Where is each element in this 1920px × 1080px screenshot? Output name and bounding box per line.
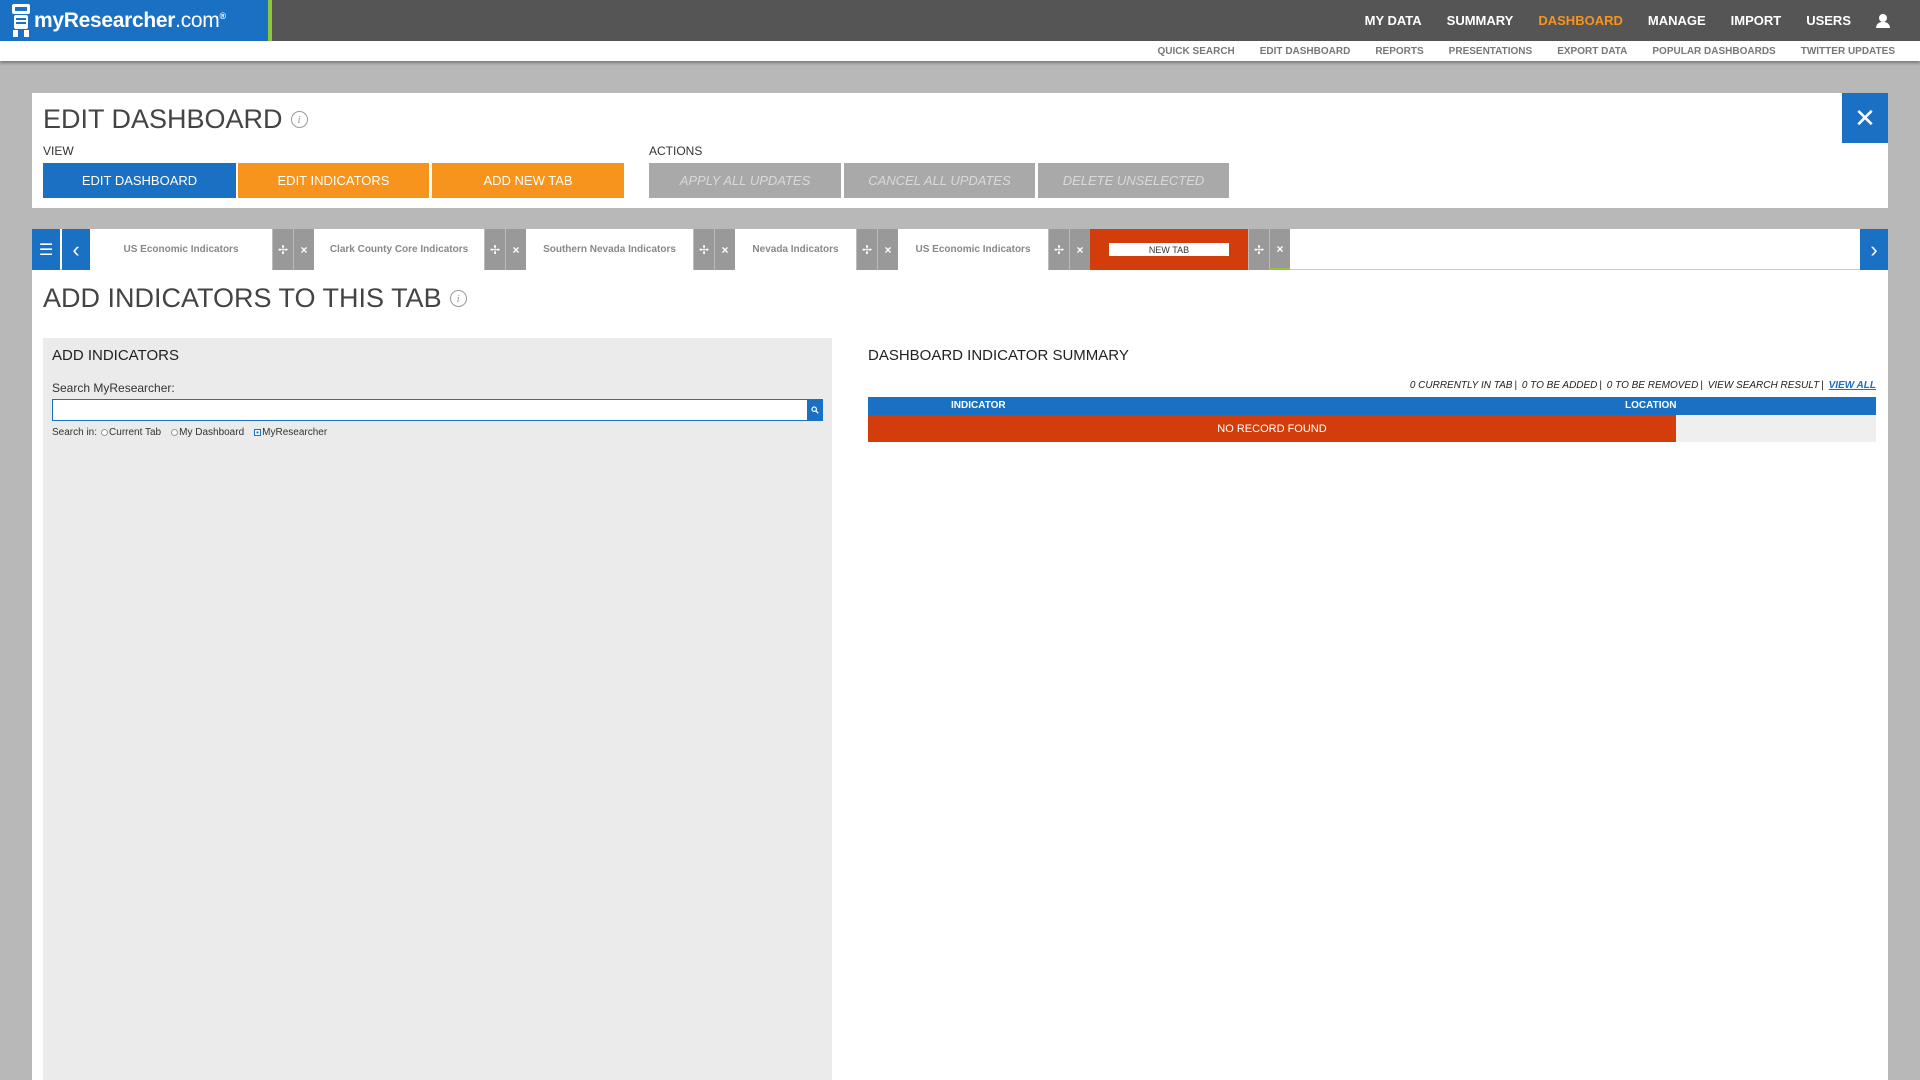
sub-nav: QUICK SEARCH EDIT DASHBOARD REPORTS PRES… bbox=[1133, 41, 1895, 61]
nav-item-manage[interactable]: MANAGE bbox=[1648, 13, 1706, 28]
edit-indicators-button[interactable]: EDIT INDICATORS bbox=[238, 163, 429, 198]
page-title: EDIT DASHBOARD i bbox=[43, 104, 308, 135]
cancel-all-updates-button[interactable]: CANCEL ALL UPDATES bbox=[844, 163, 1035, 198]
option-label: My Dashboard bbox=[179, 427, 245, 438]
info-icon[interactable]: i bbox=[290, 111, 308, 128]
tab-label[interactable]: US Economic Indicators bbox=[90, 229, 272, 270]
search-icon bbox=[811, 406, 819, 414]
brand-logo[interactable]: myResearcher.com® bbox=[0, 0, 272, 41]
tab-item-active: ✢ × bbox=[1090, 229, 1290, 270]
view-group-label: VIEW bbox=[43, 144, 74, 158]
move-tab-icon[interactable]: ✢ bbox=[272, 229, 293, 270]
remove-tab-icon[interactable]: × bbox=[1269, 229, 1290, 270]
edit-dashboard-button[interactable]: EDIT DASHBOARD bbox=[43, 163, 236, 198]
researcher-mascot-icon bbox=[12, 4, 30, 37]
tab-editor-panel: ☰ ‹ US Economic Indicators ✢ × Clark Cou… bbox=[32, 229, 1888, 1080]
remove-tab-icon[interactable]: × bbox=[293, 229, 314, 270]
nav-item-dashboard[interactable]: DASHBOARD bbox=[1538, 13, 1623, 28]
count-to-remove: 0 TO BE REMOVED bbox=[1606, 380, 1699, 391]
search-label: Search MyResearcher: bbox=[52, 381, 175, 395]
tab-item: US Economic Indicators ✢ × bbox=[90, 229, 314, 270]
indicator-summary-panel: DASHBOARD INDICATOR SUMMARY 0 CURRENTLY … bbox=[868, 338, 1876, 1080]
no-record-message: NO RECORD FOUND bbox=[868, 415, 1676, 442]
nav-item-import[interactable]: IMPORT bbox=[1731, 13, 1782, 28]
column-header-location[interactable]: LOCATION bbox=[1625, 400, 1676, 411]
search-input[interactable] bbox=[53, 400, 803, 420]
apply-all-updates-button[interactable]: APPLY ALL UPDATES bbox=[649, 163, 841, 198]
radio-my-dashboard[interactable] bbox=[171, 429, 179, 436]
section-title: ADD INDICATORS TO THIS TAB i bbox=[43, 283, 467, 314]
subnav-reports[interactable]: REPORTS bbox=[1375, 46, 1423, 57]
tab-name-input[interactable] bbox=[1109, 243, 1229, 256]
remove-tab-icon[interactable]: × bbox=[877, 229, 898, 270]
top-navigation-bar: myResearcher.com® MY DATA SUMMARY DASHBO… bbox=[0, 0, 1920, 41]
tab-menu-button[interactable]: ☰ bbox=[32, 229, 60, 270]
radio-current-tab[interactable] bbox=[101, 429, 109, 436]
nav-item-summary[interactable]: SUMMARY bbox=[1447, 13, 1514, 28]
subnav-presentations[interactable]: PRESENTATIONS bbox=[1449, 46, 1533, 57]
view-all-link[interactable]: VIEW ALL bbox=[1829, 380, 1876, 391]
subnav-export-data[interactable]: EXPORT DATA bbox=[1557, 46, 1627, 57]
sub-navigation-bar: QUICK SEARCH EDIT DASHBOARD REPORTS PRES… bbox=[0, 41, 1920, 61]
tab-item: Nevada Indicators ✢ × bbox=[735, 229, 898, 270]
add-indicators-panel: ADD INDICATORS Search MyResearcher: Sear… bbox=[43, 338, 832, 1080]
subnav-twitter-updates[interactable]: TWITTER UPDATES bbox=[1801, 46, 1895, 57]
nav-item-my-data[interactable]: MY DATA bbox=[1365, 13, 1422, 28]
nav-item-users[interactable]: USERS bbox=[1806, 13, 1851, 28]
option-label: MyResearcher bbox=[262, 427, 328, 438]
add-indicators-heading: ADD INDICATORS bbox=[52, 347, 179, 364]
info-icon[interactable]: i bbox=[449, 290, 467, 307]
table-row: NO RECORD FOUND bbox=[868, 415, 1876, 442]
move-tab-icon[interactable]: ✢ bbox=[484, 229, 505, 270]
actions-group-label: ACTIONS bbox=[649, 144, 703, 158]
subnav-edit-dashboard[interactable]: EDIT DASHBOARD bbox=[1260, 46, 1351, 57]
tab-item: Clark County Core Indicators ✢ × bbox=[314, 229, 526, 270]
main-nav: MY DATA SUMMARY DASHBOARD MANAGE IMPORT … bbox=[1340, 0, 1890, 41]
search-button[interactable] bbox=[807, 399, 823, 421]
table-header: INDICATOR LOCATION bbox=[868, 397, 1876, 415]
tab-prev-button[interactable]: ‹ bbox=[62, 229, 90, 270]
move-tab-icon[interactable]: ✢ bbox=[856, 229, 877, 270]
close-button[interactable]: ✕ bbox=[1842, 93, 1888, 143]
search-scope: Search in: Current Tab My Dashboard MyRe… bbox=[52, 427, 333, 438]
summary-counts: 0 CURRENTLY IN TAB | 0 TO BE ADDED | 0 TO … bbox=[1409, 380, 1876, 391]
count-in-tab: 0 CURRENTLY IN TAB bbox=[1409, 380, 1513, 391]
remove-tab-icon[interactable]: × bbox=[1069, 229, 1090, 270]
add-new-tab-button[interactable]: ADD NEW TAB bbox=[432, 163, 624, 198]
count-to-add: 0 TO BE ADDED bbox=[1521, 380, 1598, 391]
chevron-right-icon: › bbox=[1870, 236, 1878, 262]
user-icon[interactable] bbox=[1876, 13, 1890, 28]
summary-heading: DASHBOARD INDICATOR SUMMARY bbox=[868, 347, 1129, 364]
delete-unselected-button[interactable]: DELETE UNSELECTED bbox=[1038, 163, 1229, 198]
subnav-popular-dashboards[interactable]: POPULAR DASHBOARDS bbox=[1652, 46, 1775, 57]
tab-label[interactable]: Southern Nevada Indicators bbox=[526, 229, 693, 270]
move-tab-icon[interactable]: ✢ bbox=[693, 229, 714, 270]
section-title-text: ADD INDICATORS TO THIS TAB bbox=[43, 283, 442, 313]
option-label: Current Tab bbox=[109, 427, 162, 438]
tab-next-button[interactable]: › bbox=[1860, 229, 1888, 270]
search-box bbox=[52, 399, 823, 421]
move-tab-icon[interactable]: ✢ bbox=[1048, 229, 1069, 270]
menu-icon: ☰ bbox=[38, 241, 54, 259]
page-title-text: EDIT DASHBOARD bbox=[43, 104, 283, 134]
column-header-indicator[interactable]: INDICATOR bbox=[951, 400, 1006, 411]
checkbox-myresearcher[interactable] bbox=[254, 429, 262, 436]
view-search-result-link[interactable]: VIEW SEARCH RESULT bbox=[1708, 380, 1820, 391]
chevron-left-icon: ‹ bbox=[72, 236, 80, 262]
tab-bar: ☰ ‹ US Economic Indicators ✢ × Clark Cou… bbox=[32, 229, 1888, 270]
remove-tab-icon[interactable]: × bbox=[505, 229, 526, 270]
search-in-label: Search in: bbox=[52, 427, 98, 438]
tab-label[interactable]: US Economic Indicators bbox=[898, 229, 1048, 270]
subnav-quick-search[interactable]: QUICK SEARCH bbox=[1158, 46, 1235, 57]
tab-label-active[interactable] bbox=[1090, 229, 1248, 270]
tab-label[interactable]: Nevada Indicators bbox=[735, 229, 856, 270]
brand-name: myResearcher.com® bbox=[34, 8, 226, 32]
remove-tab-icon[interactable]: × bbox=[714, 229, 735, 270]
move-tab-icon[interactable]: ✢ bbox=[1248, 229, 1269, 270]
edit-dashboard-panel: EDIT DASHBOARD i ✕ VIEW EDIT DASHBOARD E… bbox=[32, 93, 1888, 208]
tab-item: Southern Nevada Indicators ✢ × bbox=[526, 229, 735, 270]
tab-label[interactable]: Clark County Core Indicators bbox=[314, 229, 484, 270]
tab-item: US Economic Indicators ✢ × bbox=[898, 229, 1090, 270]
